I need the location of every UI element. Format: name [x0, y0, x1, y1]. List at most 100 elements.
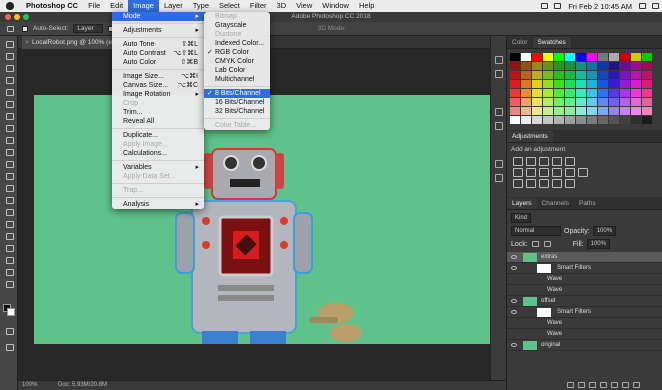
- close-window-button[interactable]: [5, 14, 11, 20]
- swatch[interactable]: [576, 71, 586, 79]
- swatch[interactable]: [576, 80, 586, 88]
- swatch[interactable]: [587, 80, 597, 88]
- swatch[interactable]: [554, 98, 564, 106]
- menu-image[interactable]: Image: [128, 0, 159, 12]
- threshold-icon[interactable]: [539, 179, 549, 188]
- properties-icon[interactable]: [495, 70, 503, 78]
- swatch[interactable]: [521, 80, 531, 88]
- swatch[interactable]: [609, 53, 619, 61]
- brightness-icon[interactable]: [513, 157, 523, 166]
- swatch[interactable]: [609, 107, 619, 115]
- swatch[interactable]: [587, 98, 597, 106]
- menu-3d[interactable]: 3D: [272, 0, 292, 12]
- menu-item-image-rotation[interactable]: Image Rotation ▸: [112, 90, 204, 99]
- swatch[interactable]: [532, 98, 542, 106]
- type-tool[interactable]: [3, 219, 15, 228]
- path-selection-tool[interactable]: [3, 231, 15, 240]
- wifi-icon[interactable]: [541, 3, 549, 9]
- swatch[interactable]: [631, 107, 641, 115]
- tab-paths[interactable]: Paths: [574, 198, 601, 209]
- new-layer-icon[interactable]: [622, 382, 629, 388]
- swatch[interactable]: [543, 107, 553, 115]
- hue-saturation-icon[interactable]: [513, 168, 523, 177]
- swatch[interactable]: [565, 53, 575, 61]
- visibility-eye-icon[interactable]: [511, 299, 517, 303]
- lock-position-icon[interactable]: [543, 241, 551, 247]
- menu-item-duplicate[interactable]: Duplicate...: [112, 131, 204, 140]
- swatch[interactable]: [554, 62, 564, 70]
- menu-item-variables[interactable]: Variables ▸: [112, 163, 204, 172]
- menu-type[interactable]: Type: [188, 0, 214, 12]
- menu-item-calculations[interactable]: Calculations...: [112, 149, 204, 158]
- menu-item-adjustments[interactable]: Adjustments ▸: [112, 26, 204, 35]
- swatch[interactable]: [510, 71, 520, 79]
- swatch[interactable]: [587, 71, 597, 79]
- swatch[interactable]: [532, 62, 542, 70]
- swatch[interactable]: [576, 98, 586, 106]
- menu-item-reveal-all[interactable]: Reveal All: [112, 117, 204, 126]
- menu-item-auto-contrast[interactable]: Auto Contrast ⌥⇧⌘L: [112, 49, 204, 58]
- swatch[interactable]: [565, 62, 575, 70]
- swatch[interactable]: [565, 98, 575, 106]
- swatch[interactable]: [631, 71, 641, 79]
- swatch[interactable]: [631, 62, 641, 70]
- menu-item-auto-tone[interactable]: Auto Tone ⇧⌘L: [112, 40, 204, 49]
- zoom-window-button[interactable]: [23, 14, 29, 20]
- fill-input[interactable]: 100%: [586, 239, 610, 249]
- crop-tool[interactable]: [3, 87, 15, 96]
- swatch[interactable]: [543, 98, 553, 106]
- dodge-tool[interactable]: [3, 195, 15, 204]
- swatch[interactable]: [543, 80, 553, 88]
- swatch[interactable]: [587, 62, 597, 70]
- swatch[interactable]: [642, 71, 652, 79]
- swatch[interactable]: [576, 107, 586, 115]
- swatch[interactable]: [620, 53, 630, 61]
- eraser-tool[interactable]: [3, 159, 15, 168]
- link-layers-icon[interactable]: [567, 382, 574, 388]
- swatch[interactable]: [554, 53, 564, 61]
- invert-icon[interactable]: [513, 179, 523, 188]
- zoom-level[interactable]: 100%: [22, 381, 37, 390]
- blur-tool[interactable]: [3, 183, 15, 192]
- character-icon[interactable]: [495, 160, 503, 168]
- swatch[interactable]: [532, 107, 542, 115]
- swatch[interactable]: [510, 89, 520, 97]
- swatch[interactable]: [543, 116, 553, 124]
- minimize-window-button[interactable]: [14, 14, 20, 20]
- swatch[interactable]: [532, 89, 542, 97]
- swatch[interactable]: [620, 116, 630, 124]
- history-icon[interactable]: [495, 56, 503, 64]
- selective-color-icon[interactable]: [565, 179, 575, 188]
- swatch[interactable]: [631, 80, 641, 88]
- menu-item-multichannel[interactable]: Multichannel: [204, 75, 270, 84]
- swatch[interactable]: [620, 80, 630, 88]
- eyedropper-tool[interactable]: [3, 99, 15, 108]
- opacity-input[interactable]: 100%: [592, 226, 617, 236]
- color-balance-icon[interactable]: [526, 168, 536, 177]
- visibility-eye-icon[interactable]: [511, 266, 517, 270]
- swatch[interactable]: [642, 53, 652, 61]
- swatch[interactable]: [620, 98, 630, 106]
- move-tool[interactable]: [3, 39, 15, 48]
- swatch[interactable]: [620, 62, 630, 70]
- new-group-icon[interactable]: [611, 382, 618, 388]
- menu-item-trim[interactable]: Trim...: [112, 108, 204, 117]
- swatch[interactable]: [565, 116, 575, 124]
- swatch[interactable]: [521, 53, 531, 61]
- swatch[interactable]: [565, 80, 575, 88]
- brush-tool[interactable]: [3, 123, 15, 132]
- swatch[interactable]: [521, 89, 531, 97]
- zoom-tool[interactable]: [3, 267, 15, 276]
- menu-photoshop[interactable]: Photoshop CC: [21, 0, 83, 12]
- swatch[interactable]: [609, 62, 619, 70]
- menu-item-auto-color[interactable]: Auto Color ⇧⌘B: [112, 58, 204, 67]
- swatch[interactable]: [642, 89, 652, 97]
- brush-settings-icon[interactable]: [495, 108, 503, 116]
- swatch[interactable]: [521, 62, 531, 70]
- menu-item-mode[interactable]: Mode ▸: [112, 12, 204, 21]
- swatch[interactable]: [642, 116, 652, 124]
- layer-row-wave[interactable]: Wave: [507, 318, 662, 329]
- swatch[interactable]: [532, 53, 542, 61]
- swatch[interactable]: [532, 80, 542, 88]
- layer-row-offset[interactable]: offset: [507, 296, 662, 307]
